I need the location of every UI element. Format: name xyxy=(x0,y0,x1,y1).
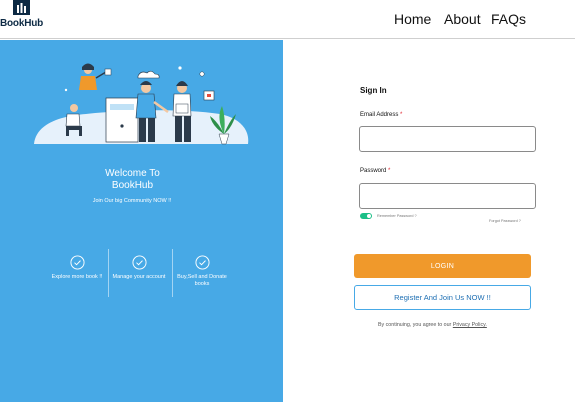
books-logo-icon xyxy=(13,0,30,15)
remember-password-label: Remember Password ? xyxy=(377,214,417,218)
nav-faqs-link[interactable]: FAQs xyxy=(491,11,526,27)
nav-home-link[interactable]: Home xyxy=(394,11,431,27)
feature-label: Buy,Sell and Donate books xyxy=(177,274,227,287)
welcome-heading: Welcome To BookHub xyxy=(0,168,265,192)
required-marker: * xyxy=(400,112,403,118)
password-field[interactable] xyxy=(359,183,536,209)
check-circle-icon xyxy=(69,255,85,270)
check-circle-icon xyxy=(131,255,147,270)
password-label-text: Password xyxy=(360,168,387,174)
logo-text: BookHub xyxy=(0,18,44,29)
nav-about-link[interactable]: About xyxy=(444,11,481,27)
terms-text: By continuing, you agree to our xyxy=(378,322,452,328)
community-illustration xyxy=(34,63,249,145)
header: BookHub Home About FAQs xyxy=(0,0,575,39)
password-label: Password * xyxy=(360,168,390,174)
email-label: Email Address * xyxy=(360,112,402,118)
remember-password-toggle[interactable] xyxy=(360,213,372,219)
required-marker: * xyxy=(388,168,391,174)
email-label-text: Email Address xyxy=(360,112,399,118)
forgot-password-link[interactable]: Forgot Password ? xyxy=(489,219,521,223)
signin-title: Sign In xyxy=(360,86,387,95)
feature-label: Explore more book !! xyxy=(51,274,103,280)
community-subtext: Join Our big Community NOW !! xyxy=(92,198,172,204)
login-button[interactable]: LOGIN xyxy=(354,254,531,278)
privacy-policy-link[interactable]: Privacy Policy. xyxy=(453,322,487,328)
email-field[interactable] xyxy=(359,126,536,152)
terms-notice: By continuing, you agree to our Privacy … xyxy=(378,322,487,328)
feature-buy-sell-donate: Buy,Sell and Donate books xyxy=(172,255,232,287)
logo[interactable]: BookHub xyxy=(0,0,46,36)
welcome-panel: Welcome To BookHub Join Our big Communit… xyxy=(0,40,283,402)
check-circle-icon xyxy=(194,255,210,270)
feature-manage-account: Manage your account xyxy=(109,255,169,281)
welcome-line-1: Welcome To xyxy=(105,168,160,179)
feature-label: Manage your account xyxy=(112,274,166,280)
feature-explore: Explore more book !! xyxy=(47,255,107,281)
welcome-line-2: BookHub xyxy=(111,180,154,191)
register-button[interactable]: Register And Join Us NOW !! xyxy=(354,285,531,310)
